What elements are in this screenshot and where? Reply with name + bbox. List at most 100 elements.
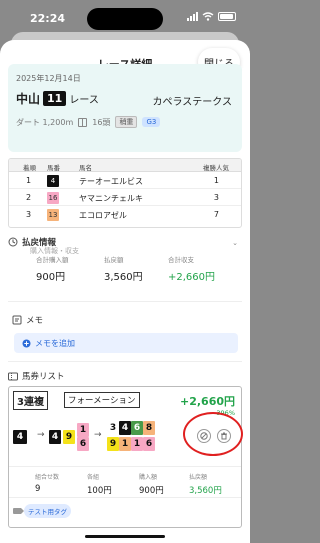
stat-purchase: 購入額 900円 [139, 472, 164, 496]
tickets-section-title: 馬券リスト [22, 372, 65, 382]
horse-number-badge: 16 [47, 192, 59, 204]
combos-value: 9 [35, 484, 41, 494]
arrow-right-icon: → [37, 430, 45, 440]
formation-col3-horse: 1 [119, 437, 131, 451]
row-rank: 2 [26, 193, 32, 202]
total-profit-label: 合計収支 [168, 256, 194, 264]
race-name: カペラステークス [152, 97, 233, 108]
ticket-stats: 組合せ数 9 各組 100円 購入額 900円 払戻額 3,560円 [9, 466, 241, 498]
row-number: 4 [47, 175, 59, 187]
battery-icon [218, 12, 236, 21]
formation-col3-horse: 3 [107, 421, 119, 435]
payout-amount: 払戻額 3,560円 [104, 254, 143, 283]
formation-col1-horse: 4 [13, 430, 27, 444]
total-profit: 合計収支 +2,660円 [168, 254, 215, 283]
row-name: ヤマニンチェルキ [79, 194, 143, 203]
total-purchase-label: 合計購入額 [36, 256, 69, 264]
ticket-profit: +2,660円 [179, 395, 235, 408]
formation-col3-horse: 6 [131, 421, 143, 435]
formation-col3-horse: 4 [119, 421, 131, 435]
row-name: エコロアゼル [79, 211, 127, 220]
chevron-down-icon[interactable]: ⌄ [232, 239, 238, 247]
header-rank: 着順 [23, 164, 36, 172]
stat-combos: 組合せ数 9 [35, 472, 59, 494]
stat-unit: 各組 100円 [87, 472, 112, 496]
stat-payout: 払戻額 3,560円 [189, 472, 222, 496]
race-distance: ダート 1,200m [16, 117, 74, 127]
plus-circle-icon [22, 339, 31, 347]
row-popularity: 3 [213, 193, 219, 202]
status-time: 22:24 [30, 12, 66, 25]
total-purchase-value: 900円 [36, 272, 66, 283]
ticket-tags: テスト用タグ [13, 504, 71, 518]
table-row: 1 4 テーオーエルビス 1 [9, 172, 241, 189]
race-info-card: 2025年12月14日 中山 11 レース カペラステークス ダート 1,200… [8, 64, 242, 152]
formation-col3-horse: 8 [143, 421, 155, 435]
header-name: 馬名 [79, 164, 92, 172]
row-popularity: 7 [213, 210, 219, 219]
purchase-value: 900円 [139, 486, 164, 496]
highlight-annotation [183, 412, 243, 456]
race-number-badge: 11 [43, 91, 67, 106]
horse-number-badge: 4 [47, 175, 59, 187]
table-row: 3 13 エコロアゼル 7 [9, 206, 241, 223]
payout-amount-value: 3,560円 [104, 272, 143, 283]
memo-icon [12, 315, 22, 325]
row-number: 13 [47, 209, 59, 221]
tickets-section-header: 馬券リスト [8, 370, 65, 382]
unit-label: 各組 [87, 474, 100, 481]
memo-section: メモ メモを追加 [8, 310, 242, 362]
tag-pill[interactable]: テスト用タグ [24, 504, 71, 518]
add-memo-button[interactable]: メモを追加 [14, 333, 238, 353]
home-indicator [85, 535, 165, 538]
ticket-payout-label: 払戻額 [189, 474, 208, 481]
row-number: 16 [47, 192, 59, 204]
formation-col2-horse: 4 [49, 430, 61, 444]
ticket-icon [8, 372, 18, 380]
payout-amount-label: 払戻額 [104, 256, 124, 264]
bet-type: 3連複 [13, 391, 48, 410]
race-venue: 中山 [16, 92, 41, 106]
formation-col3-horse: 6 [143, 437, 155, 451]
tag-icon [13, 508, 24, 514]
row-rank: 1 [26, 176, 32, 185]
race-heading: 中山 11 レース [16, 90, 99, 107]
gate-icon [78, 117, 88, 127]
combos-label: 組合せ数 [35, 474, 60, 481]
formation-col2-horse: 9 [63, 430, 75, 444]
payout-summary: 合計購入額 900円 払戻額 3,560円 合計収支 +2,660円 [8, 248, 242, 302]
formation-display: 4 → 4 9 1 6 → 3 4 6 8 9 1 1 6 [13, 419, 193, 457]
status-bar: 22:24 [0, 0, 250, 36]
formation-col2-horse: 1 [77, 423, 89, 437]
arrow-right-icon: → [94, 430, 102, 440]
signal-icon [187, 12, 198, 21]
ticket-payout-value: 3,560円 [189, 486, 222, 496]
formation-col2-horse: 6 [77, 437, 89, 451]
row-name: テーオーエルビス [79, 177, 143, 186]
result-table: 着順 馬番 馬名 複勝人気 1 4 テーオーエルビス 1 2 16 ヤマニンチェ… [8, 158, 242, 228]
formation-col3-horse: 1 [131, 437, 143, 451]
add-memo-label: メモを追加 [35, 338, 75, 348]
horse-number-badge: 13 [47, 209, 59, 221]
purchase-label: 購入額 [139, 474, 158, 481]
table-header: 着順 馬番 馬名 複勝人気 [9, 159, 241, 172]
wifi-icon [202, 12, 214, 21]
header-popularity: 複勝人気 [203, 164, 229, 172]
track-condition-badge: 稍重 [115, 116, 138, 128]
race-date: 2025年12月14日 [16, 74, 81, 83]
race-runners: 16頭 [92, 117, 111, 127]
unit-value: 100円 [87, 486, 112, 496]
formation-col3-horse: 9 [107, 437, 119, 451]
memo-section-header: メモ [12, 314, 43, 326]
ticket-card[interactable]: 3連複 フォーメーション +2,660円 396% 4 → 4 9 1 6 → … [8, 386, 242, 528]
grade-badge: G3 [142, 117, 161, 127]
bet-method: フォーメーション [64, 392, 140, 408]
race-meta: ダート 1,200m 16頭 稍重 G3 [16, 116, 161, 128]
refund-icon [8, 237, 18, 247]
status-icons [187, 12, 236, 21]
memo-section-title: メモ [26, 316, 44, 326]
table-row: 2 16 ヤマニンチェルキ 3 [9, 189, 241, 206]
race-suffix: レース [69, 95, 99, 106]
header-number: 馬番 [47, 164, 60, 172]
total-profit-value: +2,660円 [168, 272, 216, 283]
